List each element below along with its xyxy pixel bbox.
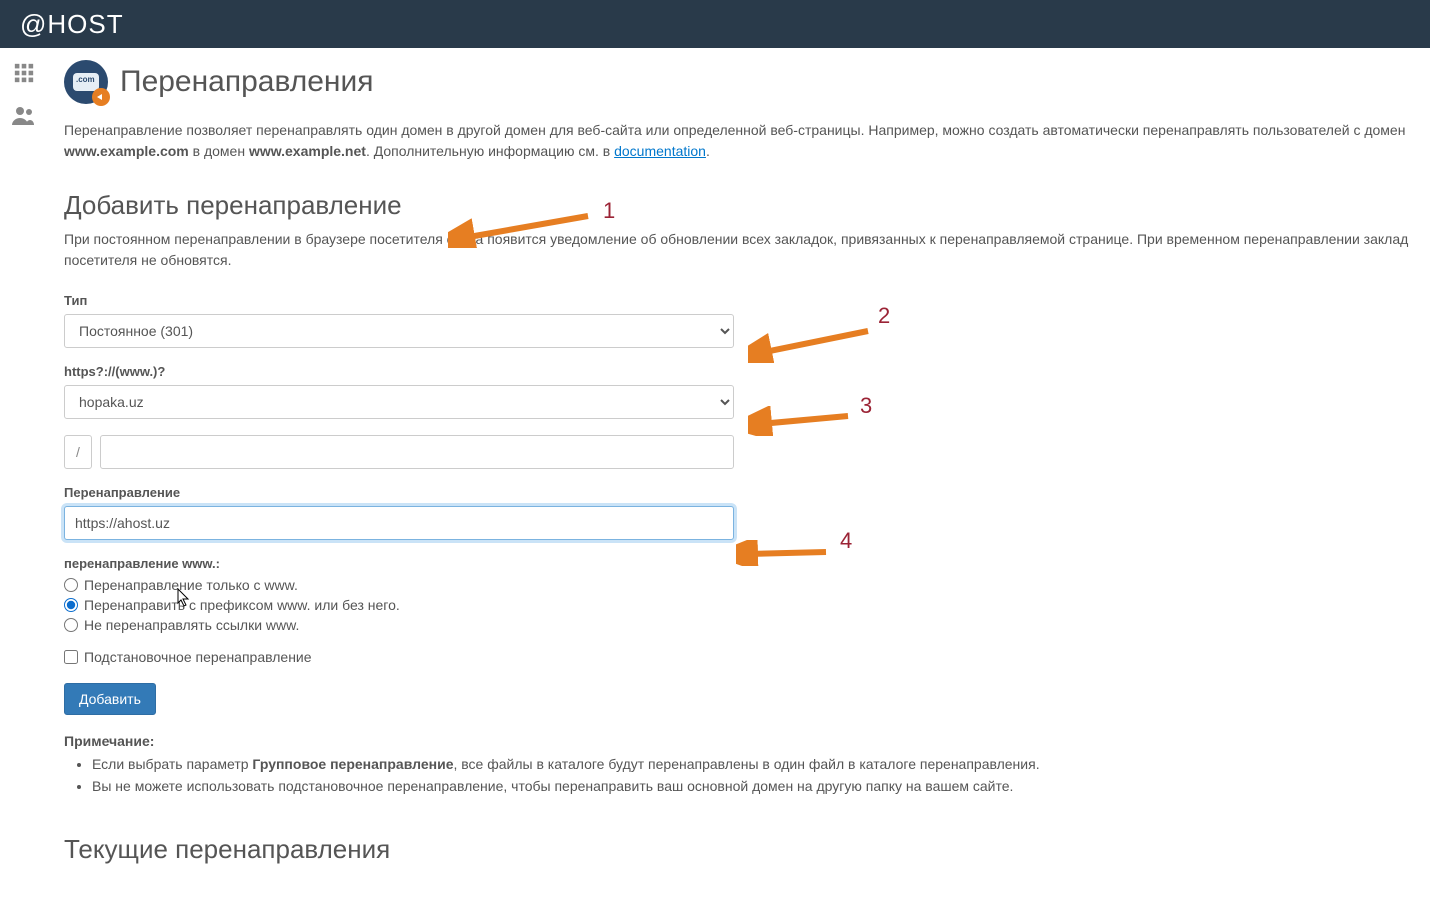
wildcard-checkbox[interactable] — [64, 650, 78, 664]
redirect-input[interactable] — [64, 506, 734, 540]
page-title: Перенаправления — [120, 65, 374, 99]
brand-logo: @HOST — [20, 9, 124, 40]
https-label: https?://(www.)? — [64, 364, 1430, 379]
grid-icon[interactable] — [13, 62, 35, 87]
domain-select[interactable]: hopaka.uz — [64, 385, 734, 419]
redirect-label: Перенаправление — [64, 485, 1430, 500]
www-radio-both-label: Перенаправить с префиксом www. или без н… — [84, 597, 400, 613]
add-redirect-desc: При постоянном перенаправлении в браузер… — [64, 229, 1430, 271]
wildcard-label: Подстановочное перенаправление — [84, 649, 312, 665]
add-redirect-heading: Добавить перенаправление — [64, 190, 1430, 221]
www-radio-only[interactable] — [64, 578, 78, 592]
note-2: Вы не можете использовать подстановочное… — [92, 775, 1430, 797]
current-redirects-heading: Текущие перенаправления — [64, 834, 1430, 865]
users-icon[interactable] — [12, 105, 36, 128]
sidenav — [0, 48, 48, 913]
www-radio-only-label: Перенаправление только с www. — [84, 577, 298, 593]
path-input[interactable] — [100, 435, 734, 469]
type-label: Тип — [64, 293, 1430, 308]
path-prefix: / — [64, 435, 92, 469]
www-heading: перенаправление www.: — [64, 556, 1430, 571]
www-radio-none[interactable] — [64, 618, 78, 632]
notes: Примечание: Если выбрать параметр Группо… — [64, 733, 1430, 798]
www-radio-both[interactable] — [64, 598, 78, 612]
topbar: @HOST — [0, 0, 1430, 48]
main-content: Перенаправления Перенаправление позволяе… — [48, 48, 1430, 913]
documentation-link[interactable]: documentation — [614, 143, 706, 159]
notes-title: Примечание: — [64, 733, 1430, 749]
type-select[interactable]: Постоянное (301) — [64, 314, 734, 348]
note-1: Если выбрать параметр Групповое перенапр… — [92, 753, 1430, 775]
www-radio-none-label: Не перенаправлять ссылки www. — [84, 617, 299, 633]
page-icon — [64, 60, 108, 104]
add-button[interactable]: Добавить — [64, 683, 156, 715]
intro-text: Перенаправление позволяет перенаправлять… — [64, 120, 1430, 162]
